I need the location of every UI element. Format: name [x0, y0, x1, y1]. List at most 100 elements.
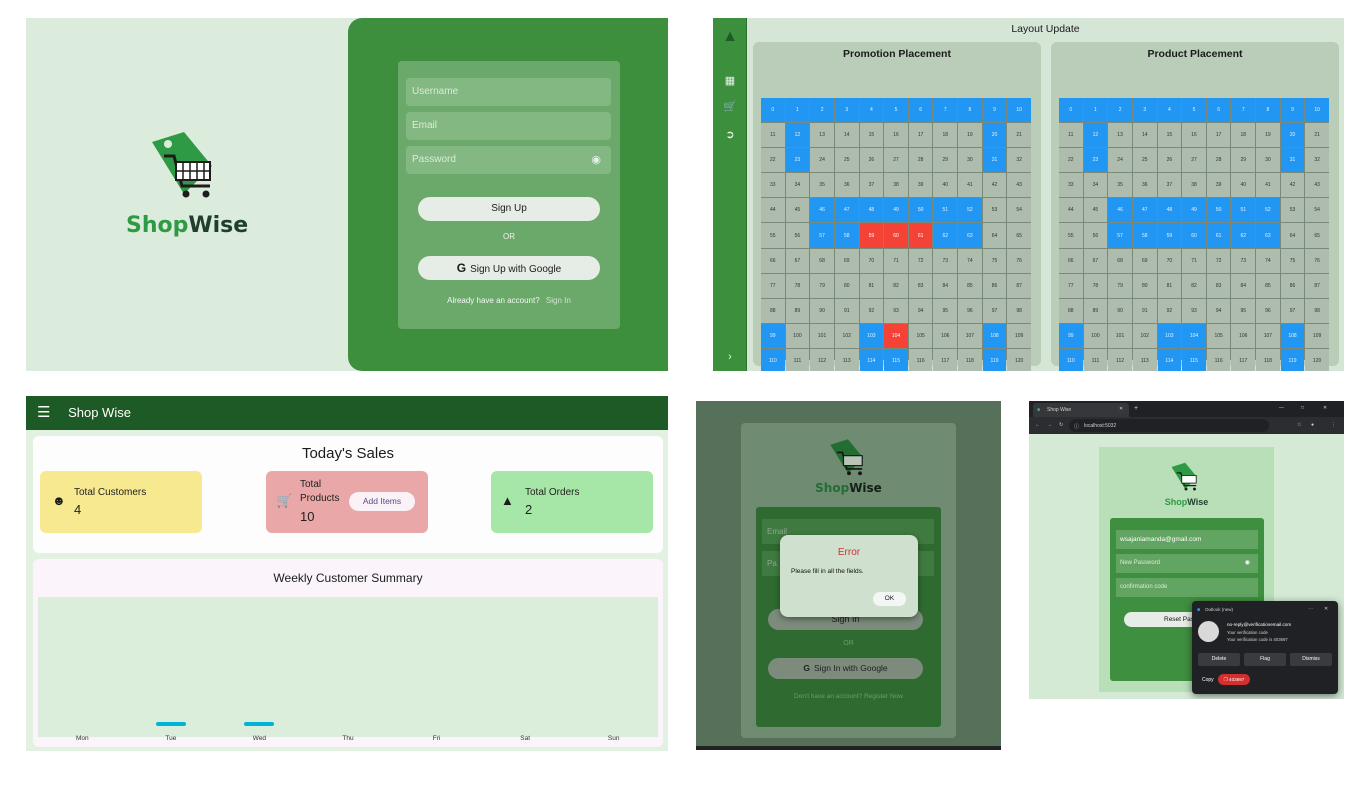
grid-cell[interactable]: 66 [761, 248, 785, 273]
grid-cell[interactable]: 16 [1182, 123, 1206, 148]
grid-cell[interactable]: 27 [1182, 148, 1206, 173]
logout-icon[interactable]: ➲ [713, 128, 747, 141]
grid-cell[interactable]: 114 [859, 348, 884, 371]
grid-cell[interactable]: 20 [982, 123, 1007, 148]
grid-cell[interactable]: 22 [1059, 148, 1083, 173]
eye-off-icon[interactable]: ◉ [1245, 554, 1250, 573]
grid-cell[interactable]: 82 [1182, 273, 1206, 298]
grid-cell[interactable]: 107 [1256, 323, 1280, 348]
grid-cell[interactable]: 15 [1157, 123, 1182, 148]
grid-cell[interactable]: 58 [1132, 223, 1157, 248]
grid-cell[interactable]: 16 [884, 123, 908, 148]
grid-cell[interactable]: 99 [1059, 323, 1083, 348]
grid-cell[interactable]: 82 [884, 273, 908, 298]
grid-cell[interactable]: 1 [1083, 98, 1108, 123]
grid-cell[interactable]: 69 [834, 248, 859, 273]
grid-cell[interactable]: 9 [982, 98, 1007, 123]
grid-cell[interactable]: 96 [958, 298, 982, 323]
grid-cell[interactable]: 72 [1206, 248, 1231, 273]
grid-cell[interactable]: 23 [1083, 148, 1108, 173]
grid-cell[interactable]: 78 [1083, 273, 1108, 298]
grid-cell[interactable]: 64 [982, 223, 1007, 248]
grid-cell[interactable]: 87 [1007, 273, 1031, 298]
grid-cell[interactable]: 98 [1007, 298, 1031, 323]
star-icon[interactable]: ☆ [1297, 422, 1301, 428]
grid-cell[interactable]: 110 [1059, 348, 1083, 371]
grid-cell[interactable]: 30 [958, 148, 982, 173]
grid-cell[interactable]: 2 [810, 98, 834, 123]
grid-cell[interactable]: 109 [1007, 323, 1031, 348]
window-minimize-icon[interactable]: — [1279, 405, 1284, 411]
grid-cell[interactable]: 18 [933, 123, 958, 148]
grid-cell[interactable]: 26 [1157, 148, 1182, 173]
grid-cell[interactable]: 92 [1157, 298, 1182, 323]
grid-cell[interactable]: 110 [761, 348, 785, 371]
window-close-icon[interactable]: ✕ [1323, 405, 1327, 411]
grid-cell[interactable]: 29 [1231, 148, 1256, 173]
grid-cell[interactable]: 47 [1132, 198, 1157, 223]
grid-cell[interactable]: 109 [1305, 323, 1329, 348]
grid-cell[interactable]: 67 [1083, 248, 1108, 273]
grid-cell[interactable]: 36 [834, 173, 859, 198]
email-field[interactable]: wsajaniamanda@gmail.com [1116, 530, 1258, 549]
grid-cell[interactable]: 21 [1007, 123, 1031, 148]
grid-cell[interactable]: 26 [859, 148, 884, 173]
grid-cell[interactable]: 59 [859, 223, 884, 248]
grid-cell[interactable]: 50 [1206, 198, 1231, 223]
dashboard-icon[interactable]: ▦ [713, 74, 747, 87]
grid-cell[interactable]: 17 [1206, 123, 1231, 148]
grid-cell[interactable]: 33 [1059, 173, 1083, 198]
grid-cell[interactable]: 62 [1231, 223, 1256, 248]
google-signup-button[interactable]: G Sign Up with Google [418, 256, 600, 280]
grid-cell[interactable]: 38 [884, 173, 908, 198]
grid-cell[interactable]: 84 [1231, 273, 1256, 298]
tab-close-icon[interactable]: ✕ [1119, 406, 1123, 412]
grid-cell[interactable]: 7 [933, 98, 958, 123]
grid-cell[interactable]: 22 [761, 148, 785, 173]
grid-cell[interactable]: 36 [1132, 173, 1157, 198]
new-tab-icon[interactable]: + [1134, 405, 1138, 412]
grid-cell[interactable]: 83 [908, 273, 933, 298]
grid-cell[interactable]: 4 [859, 98, 884, 123]
grid-cell[interactable]: 51 [933, 198, 958, 223]
grid-cell[interactable]: 62 [933, 223, 958, 248]
grid-cell[interactable]: 13 [1108, 123, 1132, 148]
grid-cell[interactable]: 49 [884, 198, 908, 223]
grid-cell[interactable]: 48 [1157, 198, 1182, 223]
grid-cell[interactable]: 106 [933, 323, 958, 348]
grid-cell[interactable]: 54 [1007, 198, 1031, 223]
grid-cell[interactable]: 116 [908, 348, 933, 371]
grid-cell[interactable]: 11 [1059, 123, 1083, 148]
browser-tab[interactable]: ■ Shop Wise ✕ [1033, 403, 1129, 417]
grid-cell[interactable]: 78 [785, 273, 810, 298]
grid-cell[interactable]: 18 [1231, 123, 1256, 148]
grid-cell[interactable]: 116 [1206, 348, 1231, 371]
grid-cell[interactable]: 60 [1182, 223, 1206, 248]
grid-cell[interactable]: 73 [1231, 248, 1256, 273]
grid-cell[interactable]: 81 [859, 273, 884, 298]
grid-cell[interactable]: 105 [908, 323, 933, 348]
grid-cell[interactable]: 94 [1206, 298, 1231, 323]
grid-cell[interactable]: 3 [1132, 98, 1157, 123]
grid-cell[interactable]: 13 [810, 123, 834, 148]
grid-cell[interactable]: 45 [785, 198, 810, 223]
grid-cell[interactable]: 63 [958, 223, 982, 248]
grid-cell[interactable]: 3 [834, 98, 859, 123]
grid-cell[interactable]: 59 [1157, 223, 1182, 248]
grid-cell[interactable]: 34 [1083, 173, 1108, 198]
grid-cell[interactable]: 99 [761, 323, 785, 348]
grid-cell[interactable]: 37 [1157, 173, 1182, 198]
grid-cell[interactable]: 92 [859, 298, 884, 323]
grid-cell[interactable]: 106 [1231, 323, 1256, 348]
grid-cell[interactable]: 54 [1305, 198, 1329, 223]
grid-cell[interactable]: 31 [982, 148, 1007, 173]
grid-cell[interactable]: 111 [1083, 348, 1108, 371]
new-password-field[interactable]: New Password ◉ [1116, 554, 1258, 573]
grid-cell[interactable]: 70 [859, 248, 884, 273]
grid-cell[interactable]: 115 [1182, 348, 1206, 371]
browser-menu-icon[interactable]: ⋮ [1331, 422, 1336, 428]
grid-cell[interactable]: 113 [834, 348, 859, 371]
grid-cell[interactable]: 114 [1157, 348, 1182, 371]
grid-cell[interactable]: 39 [908, 173, 933, 198]
grid-cell[interactable]: 46 [810, 198, 834, 223]
